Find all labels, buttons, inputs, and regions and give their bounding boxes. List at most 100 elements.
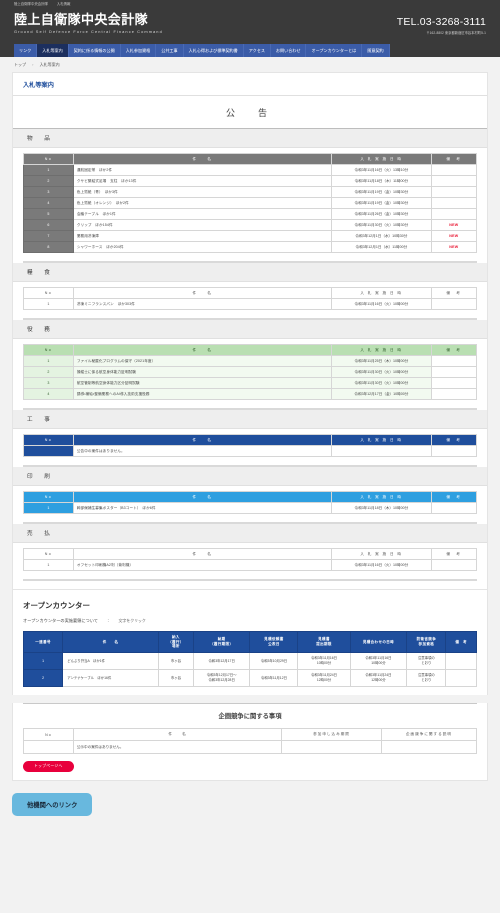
global-nav: リンク 入札等案内 契約に係る情報の公開 入札参加資格 公共工事 入札心得および標準契約書… bbox=[0, 44, 500, 57]
cell-no: 5 bbox=[23, 208, 74, 220]
cell-note bbox=[430, 208, 478, 220]
cell-item-name[interactable]: 業務用冷凍庫 bbox=[72, 230, 333, 242]
oc-column-header-4: 見積依頼書 公表日 bbox=[249, 631, 299, 653]
column-header-0: No bbox=[23, 434, 74, 446]
cell-no: 6 bbox=[23, 219, 74, 231]
back-to-top-button[interactable]: トップページへ bbox=[23, 761, 74, 773]
section-divider-5 bbox=[23, 579, 477, 581]
cell-item-name[interactable]: 操縦士に係る航空身体能力証明試験 bbox=[72, 366, 333, 378]
cell-item-name[interactable]: 幹部候補生募集ポスター（B3コート） ほか6件 bbox=[72, 502, 333, 514]
open-counter-title: オープンカウンター bbox=[23, 601, 91, 610]
cell-bid-datetime: 令和3年11月30日（火）10時30分 bbox=[331, 219, 432, 231]
open-counter-guideline-link[interactable]: オープンカウンターの実施要領について bbox=[23, 618, 98, 623]
cell-no: 3 bbox=[23, 186, 74, 198]
section-table-wrap-5: No 件 名入 札 実 施 日 時備 考 1 オフセット印刷機A2判（菊判機） 令和3年… bbox=[13, 543, 487, 577]
cell-note bbox=[430, 197, 478, 209]
cell-item-name[interactable]: 冷凍ミニフランスパン ほか303件 bbox=[72, 298, 333, 310]
cell-meeting-datetime: 令和3年11月24日 12時00分 bbox=[349, 668, 408, 688]
table-header-row: No 件 名入 札 実 施 日 時備 考 bbox=[23, 153, 478, 165]
section-table-wrap-4: No 件 名入 札 実 施 日 時備 考 1 幹部候補生募集ポスター（B3コート） ほ… bbox=[13, 486, 487, 520]
cell-bid-datetime: 令和3年11月16日（火）13時10分 bbox=[331, 164, 432, 176]
nav-item-7[interactable]: お問い合わせ bbox=[271, 44, 307, 57]
cell-no: 2 bbox=[23, 366, 74, 378]
cell-bid-datetime: 令和3年12月1日（水）10時30分 bbox=[331, 230, 432, 242]
section-table-wrap-0: No 件 名入 札 実 施 日 時備 考 1 運航固定帯 ほか2件 令和3年11月16日… bbox=[13, 148, 487, 259]
announcement-card: 入札等案内 公 告 物 品 No 件 名入 札 実 施 日 時備 考 1 運航固定帯 ほ… bbox=[12, 72, 488, 590]
nav-item-0[interactable]: リンク bbox=[14, 44, 38, 57]
open-counter-table: 一連番号件 名納入 （履行） 場所 納期 （履行期限） 見積依頼書 公表日 見積書 提出期限 見積… bbox=[22, 631, 477, 688]
postal-address: 〒162-8802 東京都新宿区市谷本村町5-1 bbox=[426, 31, 486, 35]
oc-column-header-3: 納期 （履行期限） bbox=[192, 631, 251, 653]
cell-item-name: 公示中の案件はありません。 bbox=[72, 740, 283, 755]
cell-item-name[interactable]: 色上質紙（オレンジ） ほか2件 bbox=[72, 197, 333, 209]
cell-item-name[interactable]: 誘導・補給・整備業務へのAI導入技術支援役務 bbox=[72, 388, 333, 400]
section-heading-3: 工 事 bbox=[13, 410, 487, 429]
cell-item-name[interactable]: ファイル秘匿化プログラムの保守（2021年度） bbox=[72, 355, 333, 367]
column-header-2: 入 札 実 施 日 時 bbox=[331, 434, 432, 446]
breadcrumb: トップ › 入札等案内 bbox=[0, 57, 500, 72]
oc-column-header-8: 備 考 bbox=[445, 631, 477, 653]
nav-item-8[interactable]: オープンカウンターとは bbox=[306, 44, 363, 57]
contact-block: TEL.03-3268-3111 〒162-8802 東京都新宿区市谷本村町5-… bbox=[397, 12, 486, 35]
cell-bid-datetime: 令和3年11月30日（火）10時00分 bbox=[331, 377, 432, 389]
open-counter-header-row: 一連番号件 名納入 （履行） 場所 納期 （履行期限） 見積依頼書 公表日 見積書 提出期限 見積… bbox=[22, 631, 477, 653]
nav-item-1[interactable]: 入札等案内 bbox=[37, 44, 69, 57]
section-heading-0: 物 品 bbox=[13, 129, 487, 148]
cell-bid-datetime: 令和3年11月18日（木）11時00分 bbox=[331, 175, 432, 187]
cell-item-name[interactable]: クサビ緊結式足場 支柱 ほか13件 bbox=[72, 175, 333, 187]
table-row: 6 クリップ ほか154件 令和3年11月30日（火）10時30分 NEW bbox=[23, 219, 478, 231]
cell-bid-datetime: 令和3年11月19日（金）10時30分 bbox=[331, 197, 432, 209]
cell-delivery-deadline: 令和3年12月17日 bbox=[192, 651, 251, 670]
section-table-wrap-1: No 件 名入 札 実 施 日 時備 考 1 冷凍ミニフランスパン ほか303件 令和3… bbox=[13, 282, 487, 316]
cell-item-name[interactable]: 色上質紙（青） ほか3件 bbox=[72, 186, 333, 198]
pc-column-header-0: No bbox=[23, 728, 74, 742]
pc-table-row: 公示中の案件はありません。 bbox=[23, 740, 478, 755]
oc-column-header-7: 防衛省競争 参加資格 bbox=[406, 631, 447, 653]
cell-note bbox=[430, 366, 478, 378]
nav-item-6[interactable]: アクセス bbox=[244, 44, 271, 57]
section-heading-5: 売 払 bbox=[13, 524, 487, 543]
cell-item-name[interactable]: どんぶり弁当A ほか1件 bbox=[62, 651, 159, 670]
pc-column-header-1: 件 名 bbox=[72, 728, 283, 742]
cell-no: 4 bbox=[23, 197, 74, 209]
nav-item-5[interactable]: 入札心得および標準契約書 bbox=[184, 44, 244, 57]
cell-bid-datetime: 令和3年11月26日（金）10時30分 bbox=[331, 208, 432, 220]
phone-number: TEL.03-3268-3111 bbox=[396, 16, 486, 28]
cell-no: 4 bbox=[23, 388, 74, 400]
cell-description bbox=[380, 740, 478, 755]
cell-item-name[interactable]: オフセット印刷機A2判（菊判機） bbox=[72, 559, 333, 571]
column-header-3: 備 考 bbox=[430, 491, 478, 503]
cell-item-name[interactable]: 公告中の案件はありません。 bbox=[72, 445, 333, 457]
cell-item-name[interactable]: シャワーホース ほか204件 bbox=[72, 241, 333, 253]
cell-item-name[interactable]: 航空管制等航空身体能力区分証明試験 bbox=[72, 377, 333, 389]
cell-no: 1 bbox=[23, 164, 74, 176]
table-row: 1 幹部候補生募集ポスター（B3コート） ほか6件 令和3年11月18日（木）10時… bbox=[23, 502, 478, 514]
column-header-0: No bbox=[23, 287, 74, 299]
oc-table-row: 2 アンテナケーブル ほか16件 市ヶ谷 令和3年12月17日～ 令和3年12月28日令… bbox=[22, 668, 477, 688]
column-header-3: 備 考 bbox=[430, 344, 478, 356]
cell-item-name[interactable]: クリップ ほか154件 bbox=[72, 219, 333, 231]
oc-column-header-5: 見積書 提出期限 bbox=[297, 631, 351, 653]
other-agency-links-button[interactable]: 他機関へのリンク bbox=[12, 793, 93, 817]
cell-item-name[interactable]: 運航固定帯 ほか2件 bbox=[72, 164, 333, 176]
nav-item-4[interactable]: 公共工事 bbox=[156, 44, 184, 57]
nav-item-3[interactable]: 入札参加資格 bbox=[121, 44, 157, 57]
open-counter-section: オープンカウンター オープンカウンターの実施要領について ： 文字をクリック 一… bbox=[12, 590, 488, 696]
table-header-row: No 件 名入 札 実 施 日 時備 考 bbox=[23, 287, 478, 299]
column-header-0: No bbox=[23, 153, 74, 165]
cell-note bbox=[430, 559, 478, 571]
cell-item-name[interactable]: 会議テーブル ほか1件 bbox=[72, 208, 333, 220]
cell-note bbox=[430, 445, 478, 457]
table-row: 4 誘導・補給・整備業務へのAI導入技術支援役務 令和3年12月17日（金）10時0… bbox=[23, 388, 478, 400]
cell-delivery-place: 市ヶ谷 bbox=[158, 668, 194, 688]
new-badge: NEW bbox=[449, 223, 459, 227]
cell-no bbox=[23, 740, 74, 755]
column-header-3: 備 考 bbox=[430, 153, 478, 165]
cell-bid-datetime: 令和3年12月17日（金）10時00分 bbox=[331, 388, 432, 400]
nav-item-9[interactable]: 随意契約 bbox=[362, 44, 390, 57]
utility-org: 陸上自衛隊中央会計隊 bbox=[14, 2, 48, 6]
cell-item-name[interactable]: アンテナケーブル ほか16件 bbox=[62, 668, 159, 688]
breadcrumb-home[interactable]: トップ bbox=[14, 62, 26, 67]
column-header-3: 備 考 bbox=[430, 287, 478, 299]
nav-item-2[interactable]: 契約に係る情報の公開 bbox=[69, 44, 121, 57]
